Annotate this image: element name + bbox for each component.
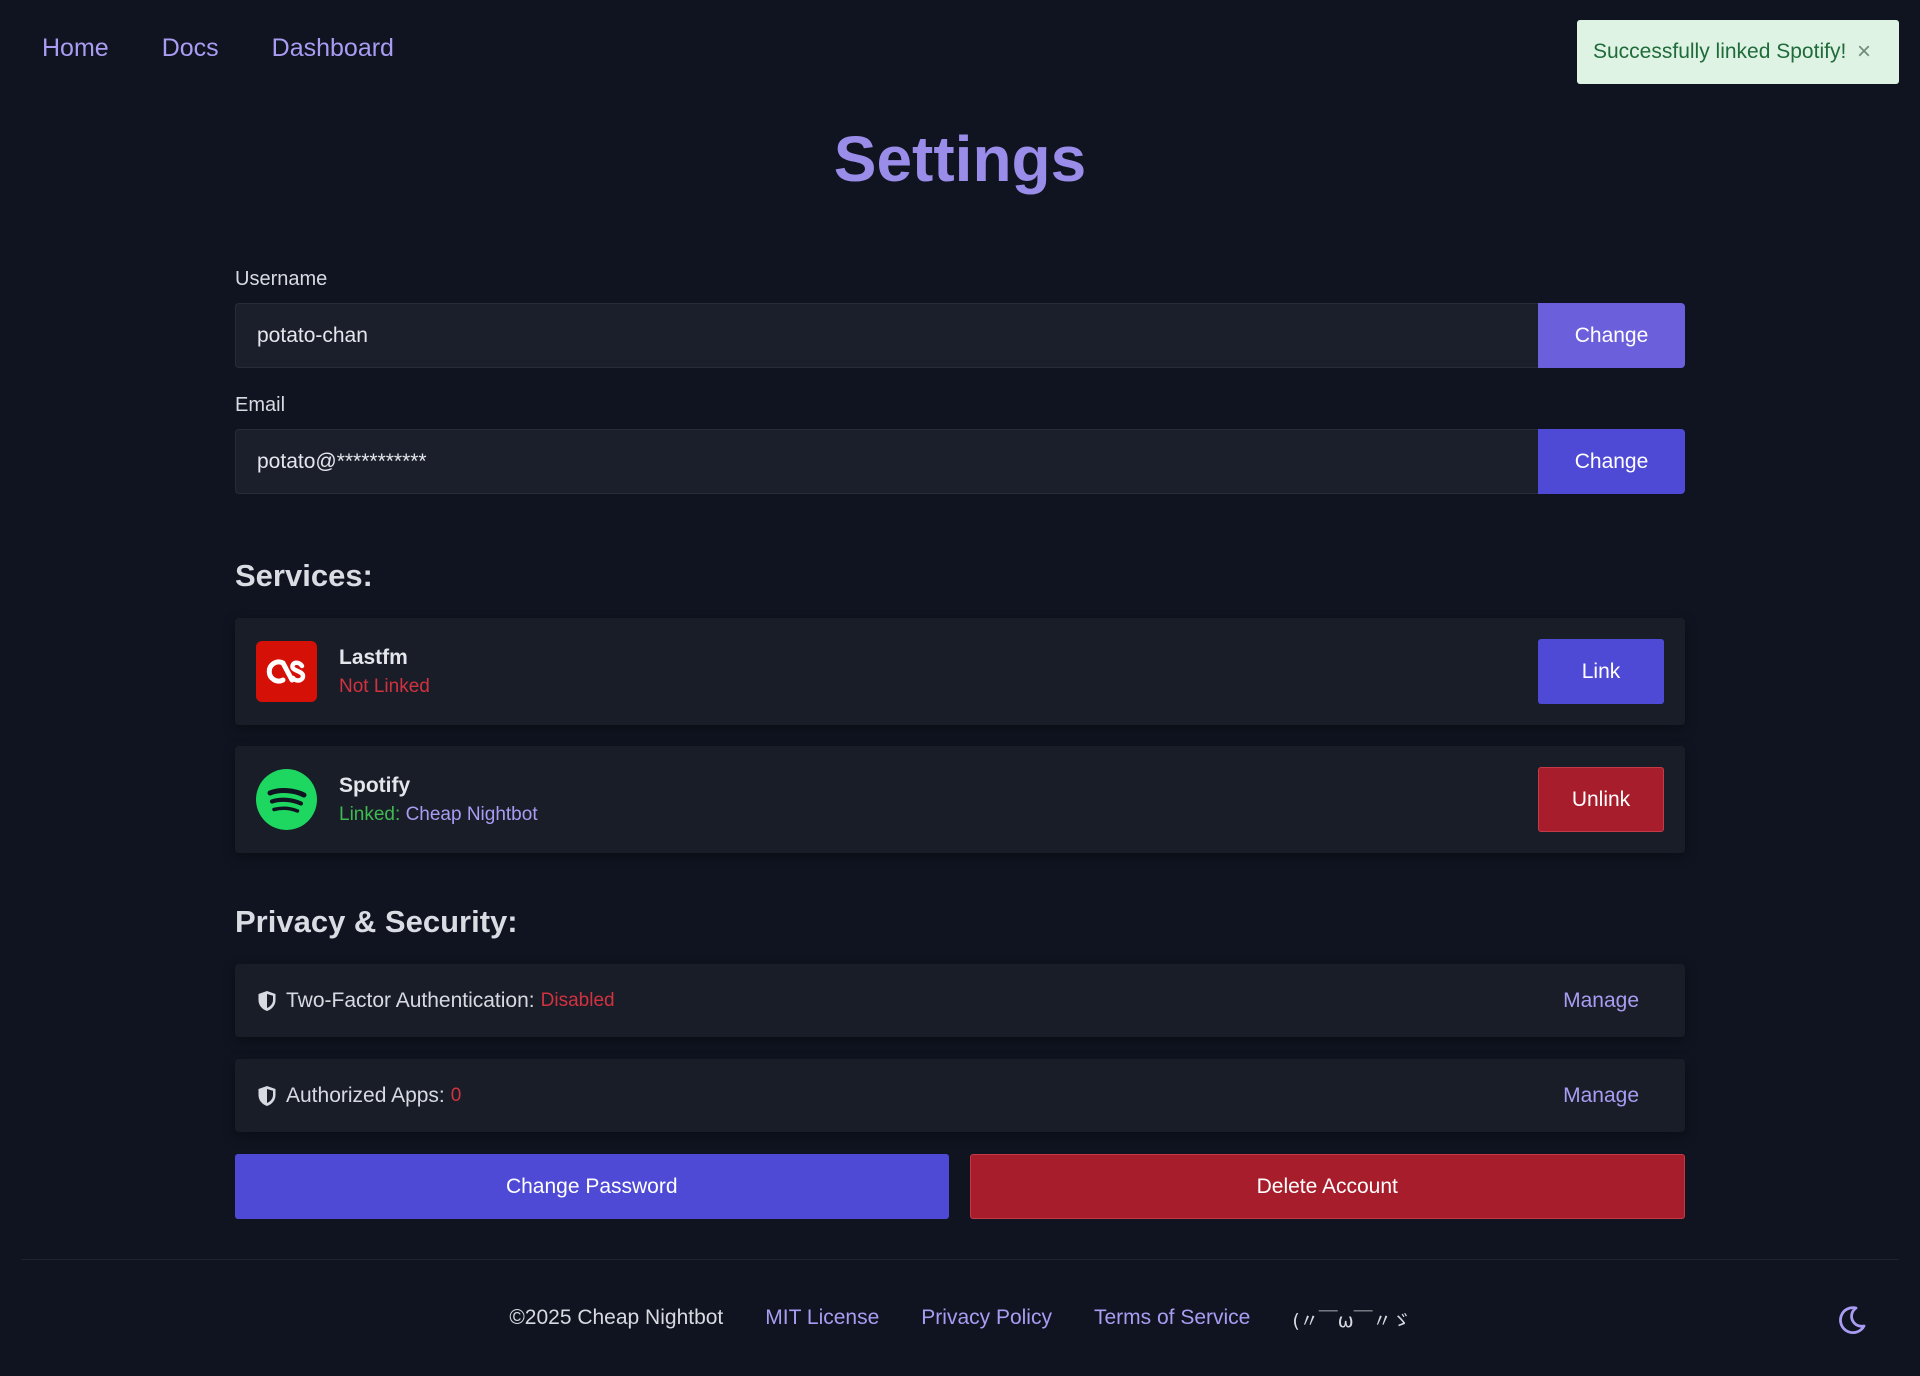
footer: ©2025 Cheap Nightbot MIT License Privacy… [0,1306,1920,1333]
change-password-button[interactable]: Change Password [235,1154,949,1219]
footer-kaomoji: (〃￣ω￣〃ゞ [1292,1310,1411,1332]
service-name: Lastfm [339,645,408,669]
moon-icon[interactable] [1836,1304,1868,1336]
account-actions: Change Password Delete Account [235,1154,1685,1219]
privacy-label: Two-Factor Authentication: [286,988,535,1012]
username-row: Change [235,303,1685,368]
close-icon[interactable]: × [1857,40,1871,64]
manage-2fa-link[interactable]: Manage [1563,989,1639,1013]
privacy-item-2fa: Two-Factor Authentication: Disabled Mana… [235,964,1685,1037]
top-nav: Home Docs Dashboard [42,34,394,63]
delete-account-button[interactable]: Delete Account [969,1154,1685,1219]
privacy-item-apps: Authorized Apps: 0 Manage [235,1059,1685,1132]
shield-icon [258,990,276,1011]
email-row: Change [235,429,1685,494]
success-toast: Successfully linked Spotify! × [1577,20,1899,84]
privacy-label: Authorized Apps: [286,1083,445,1107]
privacy-policy-link[interactable]: Privacy Policy [921,1306,1052,1333]
terms-of-service-link[interactable]: Terms of Service [1094,1306,1250,1333]
service-status: Linked: Cheap Nightbot [339,804,1538,826]
privacy-value: Disabled [540,989,615,1011]
link-lastfm-button[interactable]: Link [1538,639,1664,704]
nav-docs-link[interactable]: Docs [162,34,219,63]
unlink-spotify-button[interactable]: Unlink [1538,767,1664,832]
shield-icon [258,1085,276,1106]
linked-account: Cheap Nightbot [405,803,538,825]
nav-dashboard-link[interactable]: Dashboard [272,34,394,63]
linked-label: Linked: [339,803,401,825]
settings-container: Username Change Email Change Services: L… [235,268,1685,1219]
email-label: Email [235,394,286,416]
privacy-value: 0 [450,1084,462,1106]
services-title: Services: [235,558,373,593]
service-status: Not Linked [339,675,430,697]
footer-copyright: ©2025 Cheap Nightbot [509,1306,724,1329]
service-info-spotify: Spotify Linked: Cheap Nightbot [339,774,1538,826]
page-title: Settings [833,123,1087,195]
service-card-spotify: Spotify Linked: Cheap Nightbot Unlink [235,746,1685,853]
toast-message: Successfully linked Spotify! [1593,40,1847,63]
lastfm-icon [256,641,317,702]
nav-home-link[interactable]: Home [42,34,109,63]
service-info-lastfm: Lastfm Not Linked [339,646,1538,698]
spotify-icon [256,769,317,830]
mit-license-link[interactable]: MIT License [765,1306,879,1333]
username-label: Username [235,268,328,290]
service-card-lastfm: Lastfm Not Linked Link [235,618,1685,725]
privacy-title: Privacy & Security: [235,904,518,939]
change-email-button[interactable]: Change [1538,429,1685,494]
username-input[interactable] [235,303,1538,368]
change-username-button[interactable]: Change [1538,303,1685,368]
footer-divider [21,1259,1899,1260]
manage-apps-link[interactable]: Manage [1563,1084,1639,1108]
email-input[interactable] [235,429,1538,494]
service-name: Spotify [339,773,411,797]
